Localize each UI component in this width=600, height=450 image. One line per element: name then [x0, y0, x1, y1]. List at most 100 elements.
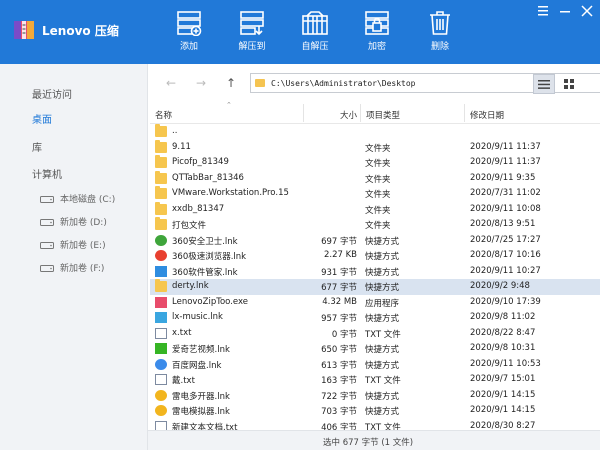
- file-date: 2020/9/11 10:27: [470, 265, 541, 276]
- encrypt-button[interactable]: 加密: [354, 8, 400, 58]
- softmgr-icon: [155, 265, 167, 277]
- file-date: 2020/9/8 11:02: [470, 312, 536, 322]
- file-row[interactable]: 爱奇艺视频.lnk 650 字节 快捷方式 2020/9/8 10:31: [150, 341, 600, 357]
- file-date: 2020/7/25 17:27: [470, 234, 541, 245]
- file-row[interactable]: lx-music.lnk 957 字节 快捷方式 2020/9/8 11:02: [150, 310, 600, 326]
- menu-icon[interactable]: [534, 4, 552, 18]
- folder-icon: [155, 139, 167, 153]
- sidebar-item-desktop[interactable]: 桌面: [32, 111, 52, 126]
- sidebar-drive-f[interactable]: 新加卷 (F:): [40, 261, 104, 274]
- file-row[interactable]: 360软件管家.lnk 931 字节 快捷方式 2020/9/11 10:27: [150, 264, 600, 280]
- file-date: 2020/9/10 17:39: [470, 296, 541, 307]
- doc-icon: [155, 327, 167, 339]
- file-row[interactable]: LenovoZipToo.exe 4.32 MB 应用程序 2020/9/10 17:…: [150, 295, 600, 311]
- file-size: 2.27 KB: [323, 250, 357, 260]
- sidebar-drive-e[interactable]: 新加卷 (E:): [40, 238, 106, 251]
- file-name: QTTabBar_81346: [172, 172, 244, 183]
- file-type: TXT 文件: [365, 376, 401, 386]
- file-row[interactable]: 戴.txt 163 字节 TXT 文件 2020/9/7 15:01: [150, 372, 600, 388]
- toolbar: Lenovo 压缩 添加 解压到 自解压 加密 删除: [0, 0, 600, 64]
- browser-icon: [155, 250, 167, 261]
- self-extract-button[interactable]: 自解压: [292, 8, 338, 58]
- file-row[interactable]: Picofp_81349 文件夹 2020/9/11 11:37: [150, 155, 600, 171]
- file-size: 697 字节: [321, 236, 357, 247]
- column-date[interactable]: 修改日期: [470, 109, 504, 121]
- column-name[interactable]: 名称: [155, 109, 172, 121]
- minimize-icon[interactable]: [556, 4, 574, 18]
- drive-label: 新加卷 (F:): [60, 264, 105, 274]
- self-extract-label: 自解压: [301, 42, 329, 52]
- grid-view-button[interactable]: [558, 74, 580, 94]
- file-name: VMware.Workstation.Pro.15: [172, 188, 289, 198]
- folder-icon: [155, 124, 167, 137]
- lock-icon: [365, 11, 389, 35]
- file-row[interactable]: QTTabBar_81346 文件夹 2020/9/11 9:35: [150, 170, 600, 187]
- file-row[interactable]: 打包文件 文件夹 2020/8/13 9:51: [150, 217, 600, 233]
- column-type[interactable]: 项目类型: [366, 109, 400, 121]
- column-divider[interactable]: [464, 104, 465, 122]
- sidebar-drive-d[interactable]: 新加卷 (D:): [40, 215, 107, 228]
- file-date: 2020/9/1 14:15: [470, 405, 536, 415]
- file-row[interactable]: ..: [150, 124, 600, 140]
- file-date: 2020/9/2 9:48: [470, 281, 530, 291]
- sidebar-item-computer[interactable]: 计算机: [32, 166, 62, 181]
- file-row[interactable]: VMware.Workstation.Pro.15 文件夹 2020/7/31 11…: [150, 186, 600, 202]
- file-date: 2020/9/11 11:37: [470, 141, 541, 152]
- drive-icon: [40, 195, 54, 203]
- add-button[interactable]: 添加: [166, 8, 212, 58]
- file-type: 快捷方式: [365, 391, 400, 402]
- list-view-icon: [538, 79, 550, 89]
- column-divider[interactable]: [360, 104, 361, 122]
- column-size[interactable]: 大小: [340, 109, 357, 121]
- 360-icon: [155, 234, 167, 246]
- drive-label: 本地磁盘 (C:): [60, 195, 116, 205]
- delete-button[interactable]: 删除: [417, 8, 463, 58]
- close-icon[interactable]: [578, 4, 596, 18]
- file-size: 0 字节: [331, 329, 357, 340]
- status-bar: 选中 677 字节 (1 文件): [148, 430, 600, 450]
- file-date: 2020/9/11 11:37: [470, 157, 541, 167]
- grid-view-icon: [564, 79, 574, 89]
- archive-icon: [14, 21, 34, 39]
- file-name: 百度网盘.lnk: [172, 360, 222, 371]
- file-row[interactable]: x.txt 0 字节 TXT 文件 2020/8/22 8:47: [150, 326, 600, 342]
- file-name: ..: [172, 126, 178, 136]
- folder-icon: [155, 170, 167, 184]
- file-date: 2020/9/7 15:01: [470, 374, 536, 384]
- extract-to-button[interactable]: 解压到: [229, 8, 275, 58]
- file-size: 722 字节: [321, 391, 357, 402]
- delete-label: 删除: [430, 42, 449, 52]
- file-name: 360软件管家.lnk: [172, 267, 238, 278]
- back-arrow-icon[interactable]: ←: [166, 76, 176, 90]
- list-view-button[interactable]: [533, 74, 555, 94]
- file-size: 406 字节: [321, 422, 357, 431]
- file-row[interactable]: 新建文本文档.txt 406 字节 TXT 文件 2020/8/30 8:27: [150, 419, 600, 431]
- sidebar-drive-c[interactable]: 本地磁盘 (C:): [40, 192, 115, 205]
- file-name: 360安全卫士.lnk: [172, 236, 238, 247]
- folder-icon: [255, 79, 265, 87]
- file-row[interactable]: derty.lnk 677 字节 快捷方式 2020/9/2 9:48: [150, 279, 600, 295]
- up-arrow-icon[interactable]: ↑: [226, 76, 236, 90]
- file-row[interactable]: 360安全卫士.lnk 697 字节 快捷方式 2020/7/25 17:27: [150, 233, 600, 249]
- file-row[interactable]: 百度网盘.lnk 613 字节 快捷方式 2020/9/11 10:53: [150, 357, 600, 373]
- file-name: xxdb_81347: [172, 203, 225, 214]
- drive-icon: [40, 264, 54, 272]
- file-row[interactable]: 雷电多开器.lnk 722 字节 快捷方式 2020/9/1 14:15: [150, 388, 600, 404]
- file-date: 2020/8/30 8:27: [470, 420, 536, 431]
- file-name: 爱奇艺视频.lnk: [172, 345, 230, 355]
- column-divider[interactable]: [303, 104, 304, 122]
- doc-icon: [155, 374, 167, 385]
- file-row[interactable]: 360极速浏览器.lnk 2.27 KB 快捷方式 2020/8/17 10:16: [150, 248, 600, 264]
- drive-icon: [40, 218, 54, 226]
- sidebar-item-library[interactable]: 库: [32, 139, 42, 154]
- encrypt-label: 加密: [367, 42, 386, 52]
- column-header-row: 名称 ⌃ 大小 项目类型 修改日期: [150, 102, 600, 124]
- file-row[interactable]: 9.11 文件夹 2020/9/11 11:37: [150, 139, 600, 156]
- file-row[interactable]: xxdb_81347 文件夹 2020/9/11 10:08: [150, 201, 600, 218]
- forward-arrow-icon[interactable]: →: [196, 76, 206, 90]
- sidebar-item-recent[interactable]: 最近访问: [32, 86, 72, 101]
- file-name: 雷电模拟器.lnk: [172, 407, 230, 417]
- folder-icon: [155, 217, 167, 230]
- file-row[interactable]: 雷电模拟器.lnk 703 字节 快捷方式 2020/9/1 14:15: [150, 403, 600, 419]
- file-date: 2020/9/11 10:08: [470, 203, 541, 214]
